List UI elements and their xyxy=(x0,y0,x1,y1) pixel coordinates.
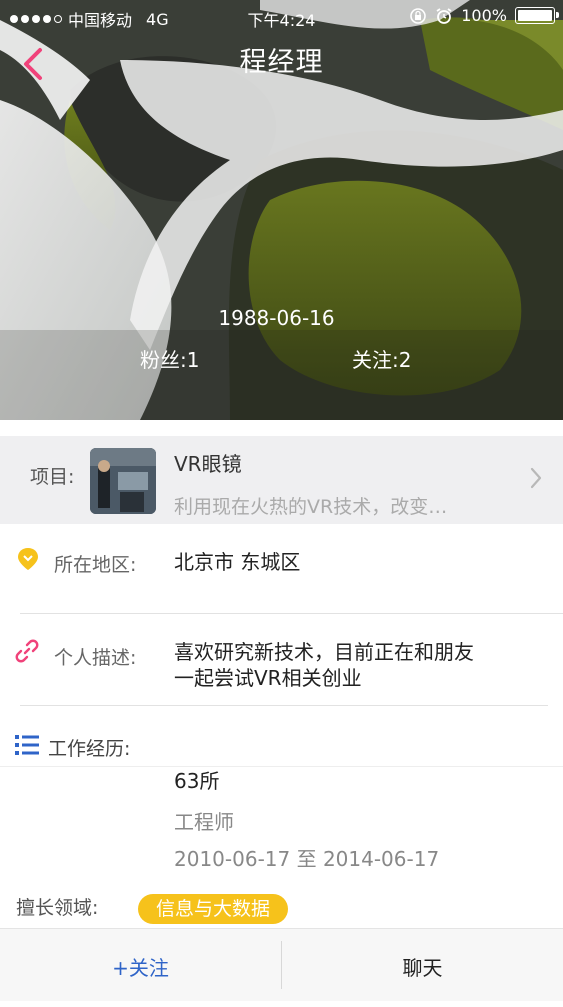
expertise-tag: 信息与大数据 xyxy=(138,894,289,924)
profile-hero: 中国移动 4G 下午4:24 100% 程经理 1988-06-16 粉丝:1 … xyxy=(0,0,563,420)
work-period: 2010-06-17 至 2014-06-17 xyxy=(174,847,440,871)
work-label: 工作经历: xyxy=(48,738,131,760)
project-label: 项目: xyxy=(30,466,75,488)
status-indicators: 100% xyxy=(409,6,559,25)
following-count[interactable]: 关注:2 xyxy=(352,344,411,373)
location-label: 所在地区: xyxy=(54,554,137,576)
lock-rotation-icon xyxy=(410,7,427,24)
status-bar: 中国移动 4G 下午4:24 100% xyxy=(0,0,563,32)
divider xyxy=(20,613,563,614)
fans-count[interactable]: 粉丝:1 xyxy=(140,344,199,373)
link-icon xyxy=(15,639,39,663)
chevron-right-icon xyxy=(530,467,542,489)
battery-percent: 100% xyxy=(461,6,507,25)
chat-button[interactable]: 聊天 xyxy=(282,929,563,1001)
project-name: VR眼镜 xyxy=(174,452,242,476)
birthday: 1988-06-16 xyxy=(218,306,335,330)
project-thumbnail xyxy=(90,448,156,514)
location-pin-icon xyxy=(18,548,38,570)
description-line-2: 一起尝试VR相关创业 xyxy=(174,666,362,690)
battery-icon xyxy=(515,7,559,24)
follow-button[interactable]: +关注 xyxy=(0,929,281,1001)
expertise-label: 擅长领域: xyxy=(16,897,99,919)
page-title: 程经理 xyxy=(239,47,324,78)
list-icon xyxy=(15,735,39,755)
project-description: 利用现在火热的VR技术，改变… xyxy=(174,496,448,518)
bottom-action-bar: +关注 聊天 xyxy=(0,928,563,1001)
description-label: 个人描述: xyxy=(54,647,137,669)
alarm-icon xyxy=(436,7,452,24)
divider xyxy=(20,705,548,706)
location-value: 北京市 东城区 xyxy=(174,550,301,574)
work-company: 63所 xyxy=(174,769,220,793)
divider xyxy=(0,766,563,767)
project-row[interactable]: 项目: VR眼镜 利用现在火热的VR技术，改变… xyxy=(0,420,563,524)
work-position: 工程师 xyxy=(174,810,234,834)
